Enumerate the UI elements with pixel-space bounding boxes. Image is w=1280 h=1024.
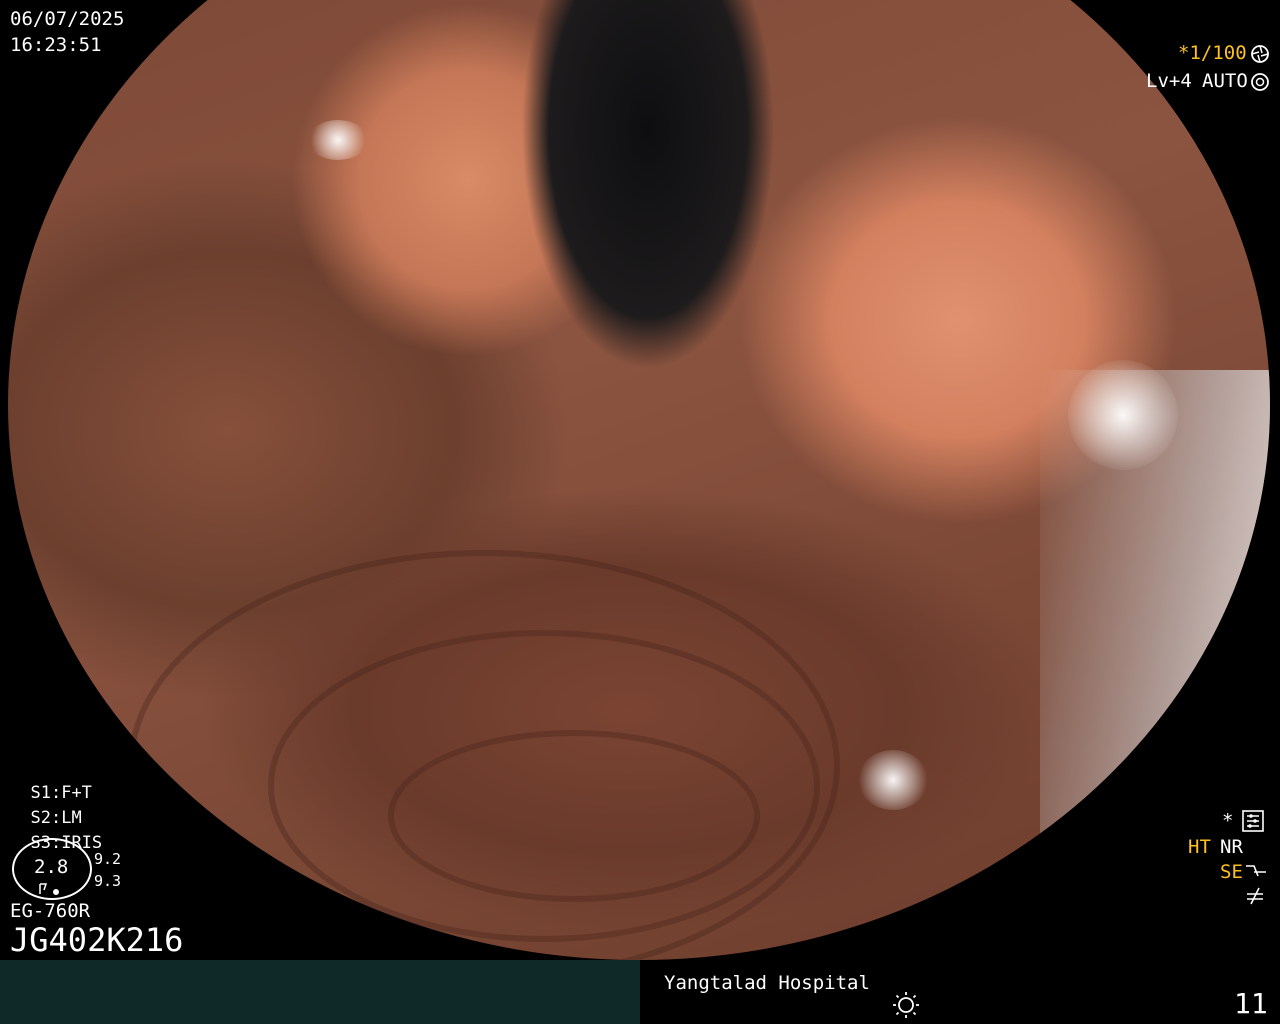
ht-indicator: HT [1188, 836, 1211, 858]
se-indicator: SE [1220, 861, 1243, 883]
mucosa-fold [388, 730, 760, 902]
brightness-level: Lv+4 [1146, 70, 1192, 92]
scope-model: EG-760R [10, 900, 91, 922]
hospital-name: Yangtalad Hospital [664, 972, 870, 994]
nr-indicator: NR [1220, 836, 1243, 858]
shutter-icon [1251, 45, 1269, 63]
light-glare [858, 750, 928, 810]
ratio-bottom: 9.3 [94, 872, 122, 890]
settings-menu-icon [1242, 810, 1264, 832]
structure-enhance-icon [1246, 865, 1266, 877]
ratio-top: 9.2 [94, 850, 122, 868]
footer-left-panel [0, 960, 640, 1024]
auto-exposure-icon [1251, 73, 1269, 91]
exposure-mode: AUTO [1202, 70, 1248, 92]
light-source-icon [893, 992, 919, 1018]
image-number: 11 [1234, 987, 1268, 1020]
not-equal-icon [1247, 887, 1263, 905]
light-glare [1068, 360, 1178, 470]
star-indicator: * [1222, 810, 1234, 832]
shutter-speed: *1/100 [1178, 42, 1247, 64]
time-label: 16:23:51 [10, 34, 102, 56]
date-label: 06/07/2025 [10, 8, 125, 30]
scope-serial: JG402K216 [10, 921, 184, 959]
scope-orientation-icon [39, 883, 59, 895]
zoom-value: 2.8 [34, 856, 69, 878]
endoscope-image [8, 0, 1270, 960]
light-glare [308, 120, 368, 160]
